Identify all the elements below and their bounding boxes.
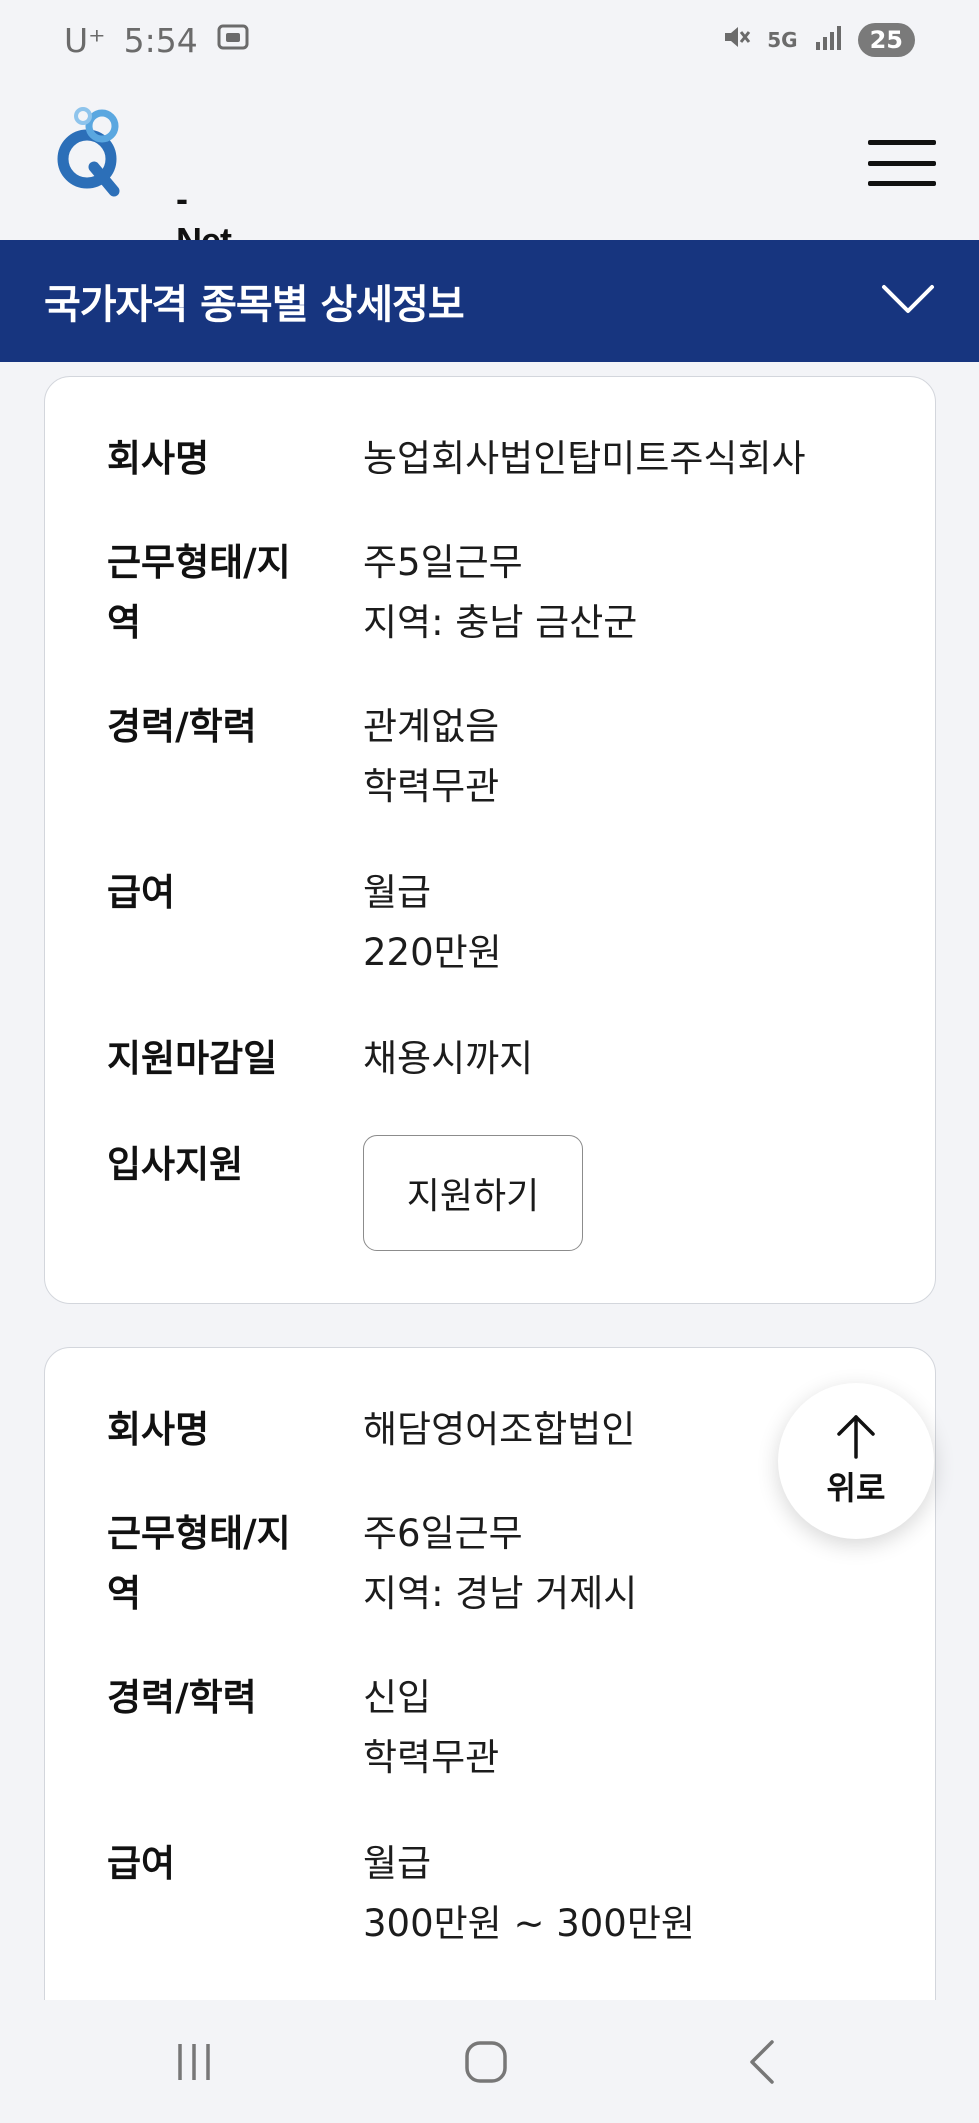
company-label: 회사명: [107, 437, 210, 480]
work-type-label: 근무형태/지 역: [107, 533, 307, 653]
qnet-logo[interactable]: - Net: [54, 106, 232, 261]
scroll-top-label: 위로: [826, 1469, 886, 1507]
recent-apps-button[interactable]: [134, 2000, 254, 2123]
menu-line: [868, 160, 936, 166]
hamburger-menu-button[interactable]: [868, 140, 936, 186]
deadline-label: 지원마감일: [107, 1037, 278, 1080]
carrier: U⁺: [64, 20, 106, 60]
status-bar: U⁺ 5:54 5G 25: [0, 0, 979, 80]
scroll-top-button[interactable]: 위로: [778, 1383, 934, 1539]
recent-apps-icon: [178, 2043, 210, 2080]
app-header: - Net: [0, 80, 979, 261]
deadline-value: 채용시까지: [363, 1037, 534, 1080]
signal-icon: [814, 21, 842, 60]
career-label: 경력/학력: [107, 705, 257, 748]
home-button[interactable]: [426, 2000, 546, 2123]
status-right: 5G 25: [721, 21, 915, 60]
arrow-up-icon: [837, 1415, 875, 1459]
apply-button[interactable]: 지원하기: [363, 1135, 583, 1251]
work-type-label-line2: 역: [107, 1572, 142, 1615]
work-type-label-line2: 역: [107, 601, 142, 644]
job-card: 회사명 농업회사법인탑미트주식회사 근무형태/지 역 주5일근무 지역: 충남 …: [44, 376, 936, 1304]
career: 신입: [363, 1676, 432, 1719]
salary-type: 월급: [363, 1842, 432, 1885]
work-type-label-line1: 근무형태/지: [107, 1512, 291, 1555]
menu-line: [868, 181, 936, 186]
salary-amount: 220만원: [363, 931, 502, 974]
status-left: U⁺ 5:54: [64, 21, 250, 60]
company-value: 농업회사법인탑미트주식회사: [363, 437, 806, 480]
career-value: 신입 학력무관: [363, 1668, 923, 1788]
menu-line: [868, 140, 936, 145]
system-nav-bar: [0, 2000, 979, 2123]
career: 관계없음: [363, 705, 500, 748]
screenshot-icon: [216, 21, 250, 60]
region: 지역: 경남 거제시: [363, 1572, 638, 1615]
clock: 5:54: [123, 20, 198, 60]
work-type-label: 근무형태/지 역: [107, 1504, 307, 1624]
education: 학력무관: [363, 1736, 500, 1779]
section-title-bar[interactable]: 국가자격 종목별 상세정보: [0, 240, 979, 362]
salary-label: 급여: [107, 1842, 176, 1885]
page-title: 국가자격 종목별 상세정보: [44, 282, 465, 328]
back-icon: [750, 2039, 774, 2084]
home-icon: [465, 2040, 507, 2083]
salary-value: 월급 220만원: [363, 863, 923, 983]
company-label: 회사명: [107, 1408, 210, 1451]
network-type: 5G: [767, 28, 798, 52]
apply-label: 입사지원: [107, 1143, 244, 1186]
chevron-down-icon[interactable]: [881, 283, 935, 319]
region: 지역: 충남 금산군: [363, 601, 638, 644]
battery-icon: 25: [857, 23, 915, 57]
salary-amount: 300만원 ~ 300만원: [363, 1902, 695, 1945]
career-label: 경력/학력: [107, 1676, 257, 1719]
work-type-label-line1: 근무형태/지: [107, 541, 291, 584]
salary-label: 급여: [107, 871, 176, 914]
work-type: 주5일근무: [363, 541, 523, 584]
career-value: 관계없음 학력무관: [363, 697, 923, 817]
education: 학력무관: [363, 765, 500, 808]
salary-type: 월급: [363, 871, 432, 914]
back-button[interactable]: [702, 2000, 822, 2123]
work-type-value: 주5일근무 지역: 충남 금산군: [363, 533, 923, 653]
mute-icon: [721, 21, 751, 60]
salary-value: 월급 300만원 ~ 300만원: [363, 1834, 923, 1954]
